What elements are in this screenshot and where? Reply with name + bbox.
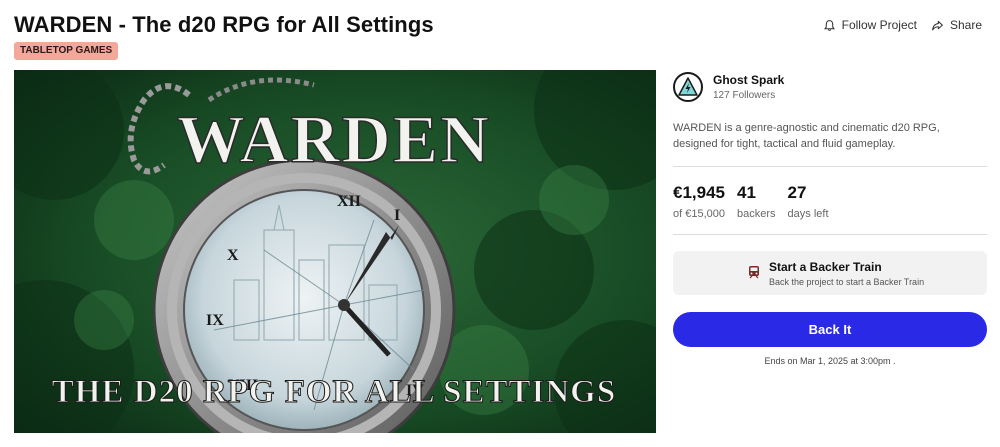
- svg-text:I: I: [394, 207, 400, 224]
- stat-pledged: €1,945 of €15,000: [673, 183, 725, 220]
- hero-title: WARDEN: [177, 101, 491, 177]
- share-icon: [932, 20, 943, 30]
- backer-train-title: Start a Backer Train: [769, 259, 882, 274]
- creator-followers: 127 Followers: [713, 90, 776, 101]
- back-it-button[interactable]: Back It: [673, 312, 987, 347]
- hero-artwork: XII I X IX VIII IV WARDEN THE D20 RPG FO…: [14, 70, 656, 433]
- svg-text:XII: XII: [337, 193, 361, 210]
- share-button[interactable]: Share: [931, 18, 982, 32]
- top-actions: Follow Project Share: [823, 18, 982, 32]
- bell-icon: [823, 19, 835, 31]
- stat-value: 27: [787, 183, 807, 202]
- backer-train-subtitle: Back the project to start a Backer Train: [769, 276, 925, 287]
- hero-subtitle: THE D20 RPG FOR ALL SETTINGS: [52, 374, 616, 410]
- svg-text:X: X: [227, 247, 239, 264]
- follow-project-label: Follow Project: [841, 18, 917, 32]
- creator-name[interactable]: Ghost Spark: [713, 73, 784, 87]
- stat-days-left: 27 days left: [788, 183, 829, 220]
- train-icon: [749, 266, 759, 279]
- share-label: Share: [949, 18, 982, 32]
- divider: [673, 234, 987, 235]
- creator-info[interactable]: Ghost Spark 127 Followers: [673, 70, 987, 104]
- stat-label: of €15,000: [673, 208, 725, 220]
- page-title: WARDEN - The d20 RPG for All Settings: [14, 12, 434, 37]
- lightning-warning-icon: [678, 77, 698, 96]
- funding-stats: €1,945 of €15,000 41 backers 27 days lef…: [673, 183, 987, 220]
- stat-value: €1,945: [673, 183, 725, 202]
- category-tag[interactable]: TABLETOP GAMES: [14, 42, 119, 60]
- project-description: WARDEN is a genre-agnostic and cinematic…: [673, 122, 940, 150]
- project-sidebar: Ghost Spark 127 Followers WARDEN is a ge…: [673, 70, 987, 366]
- follow-project-button[interactable]: Follow Project: [823, 18, 917, 32]
- stat-backers: 41 backers: [737, 183, 776, 220]
- backer-train-card[interactable]: Start a Backer Train Back the project to…: [673, 251, 987, 295]
- hero-image[interactable]: XII I X IX VIII IV WARDEN THE D20 RPG FO…: [14, 70, 656, 433]
- stat-label: backers: [737, 208, 776, 220]
- campaign-end-date: Ends on Mar 1, 2025 at 3:00pm .: [764, 356, 896, 366]
- stat-value: 41: [737, 183, 756, 202]
- divider: [673, 166, 987, 167]
- svg-text:IX: IX: [206, 312, 224, 329]
- stat-label: days left: [787, 208, 829, 220]
- creator-avatar[interactable]: [673, 72, 703, 102]
